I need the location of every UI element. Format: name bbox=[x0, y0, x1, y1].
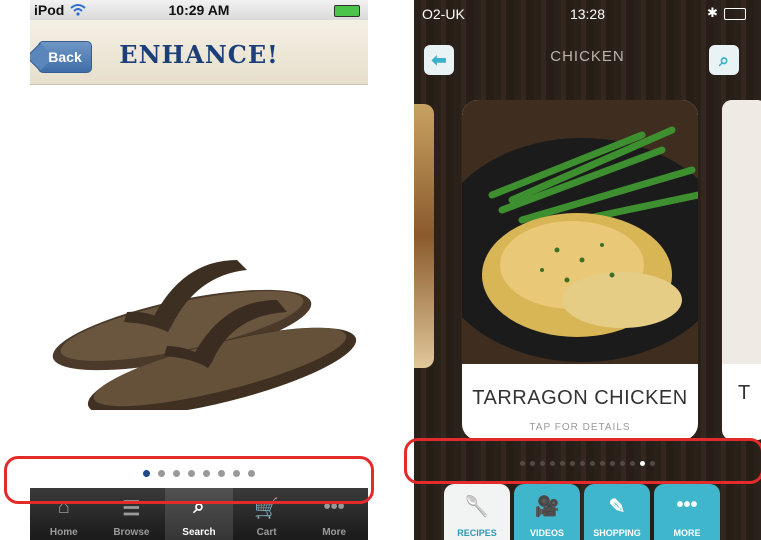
tab-bar: 🥄 RECIPES 🎥 VIDEOS ✎ SHOPPING ••• MORE bbox=[444, 484, 761, 540]
tab-label: Cart bbox=[256, 527, 277, 538]
tab-label: VIDEOS bbox=[529, 528, 564, 538]
tab-label: RECIPES bbox=[457, 528, 497, 538]
more-icon: ••• bbox=[676, 494, 698, 516]
tab-recipes[interactable]: 🥄 RECIPES bbox=[444, 484, 510, 540]
recipe-card[interactable]: TARRAGON CHICKEN TAP FOR DETAILS bbox=[462, 100, 698, 440]
search-icon: ⌕ bbox=[718, 49, 730, 70]
tab-more[interactable]: ••• MORE bbox=[654, 484, 720, 540]
previous-recipe-image bbox=[414, 104, 434, 368]
battery-icon bbox=[334, 5, 360, 17]
previous-recipe-card[interactable] bbox=[414, 104, 434, 368]
nav-bar: Back ENHANCE! bbox=[30, 20, 368, 85]
pencil-icon: ✎ bbox=[608, 496, 626, 518]
battery-icon bbox=[724, 8, 746, 20]
status-bar: O2-UK 13:28 ✱ bbox=[414, 0, 761, 28]
tab-label: Browse bbox=[113, 527, 150, 538]
highlight-box-left-pager bbox=[4, 456, 374, 504]
tab-label: MORE bbox=[673, 528, 701, 538]
spoon-icon: 🥄 bbox=[464, 496, 490, 518]
sandals-product-image[interactable] bbox=[32, 240, 362, 410]
next-recipe-title: T bbox=[738, 382, 751, 404]
tarragon-chicken-photo bbox=[462, 100, 698, 364]
tab-label: SHOPPING bbox=[593, 528, 641, 538]
recipe-subtitle: TAP FOR DETAILS bbox=[529, 422, 631, 433]
tab-label: Home bbox=[49, 527, 78, 538]
status-bar: iPod 10:29 AM bbox=[30, 0, 368, 20]
next-recipe-card[interactable]: T bbox=[722, 100, 761, 440]
status-time: 10:29 AM bbox=[168, 2, 230, 18]
tab-label: More bbox=[322, 527, 347, 538]
page-title: ENHANCE! bbox=[119, 40, 279, 69]
bluetooth-icon: ✱ bbox=[707, 5, 718, 20]
tab-videos[interactable]: 🎥 VIDEOS bbox=[514, 484, 580, 540]
video-camera-icon: 🎥 bbox=[534, 496, 560, 518]
highlight-box-right-pager bbox=[404, 438, 761, 484]
tab-shopping[interactable]: ✎ SHOPPING bbox=[584, 484, 650, 540]
recipe-title: TARRAGON CHICKEN bbox=[472, 387, 688, 409]
search-button[interactable]: ⌕ bbox=[709, 45, 739, 75]
tab-label: Search bbox=[182, 527, 216, 538]
next-recipe-image bbox=[722, 100, 761, 364]
